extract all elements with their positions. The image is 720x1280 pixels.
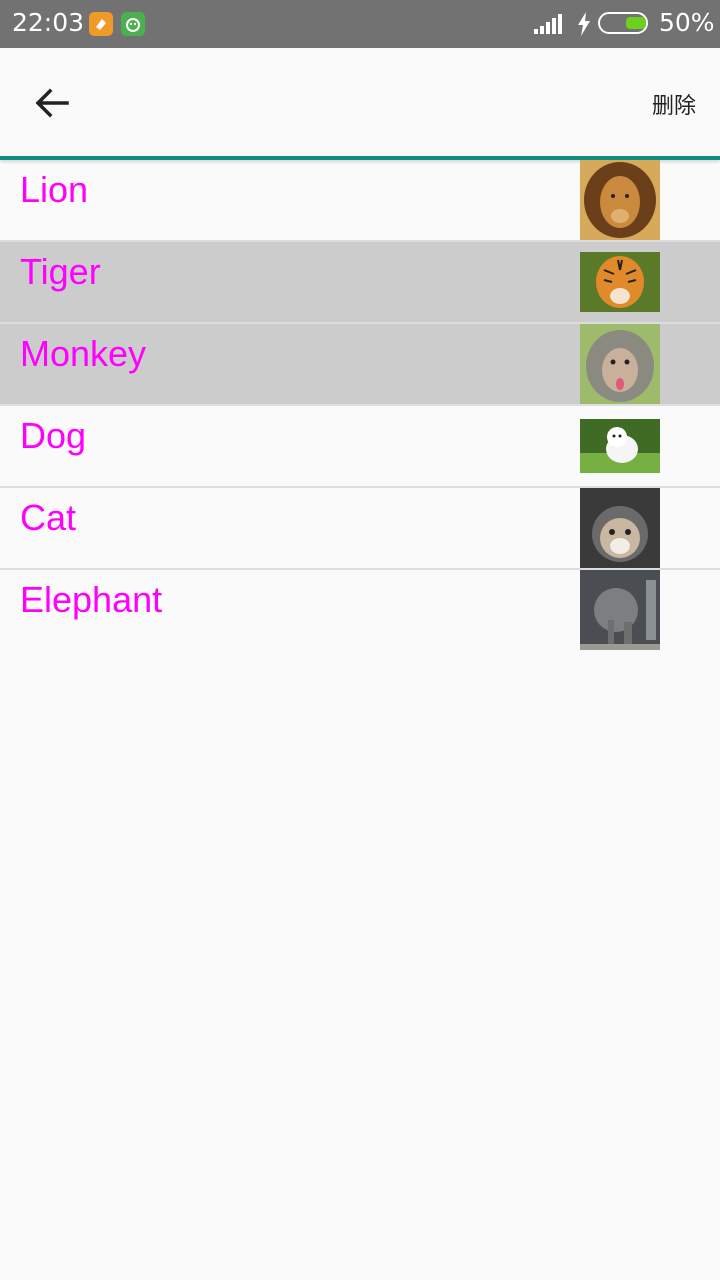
toolbar: 删除 xyxy=(0,48,720,156)
signal-icon xyxy=(534,14,566,38)
app-orange-icon xyxy=(89,12,113,36)
list-item-lion[interactable]: Lion xyxy=(0,160,720,242)
tiger-photo xyxy=(580,252,660,312)
delete-button[interactable]: 删除 xyxy=(652,88,696,120)
list-item-label: Lion xyxy=(20,169,89,210)
status-time: 22:03 xyxy=(12,8,85,37)
app-green-icon xyxy=(121,12,145,36)
list-item-label: Cat xyxy=(20,497,77,538)
list-item-monkey[interactable]: Monkey xyxy=(0,324,720,406)
status-bar: 22:03 50% xyxy=(0,0,720,48)
charging-bolt-icon xyxy=(577,12,591,40)
list-item-label: Monkey xyxy=(20,333,147,374)
list-item-elephant[interactable]: Elephant xyxy=(0,570,720,650)
list-item-label: Dog xyxy=(20,415,87,456)
monkey-photo xyxy=(580,324,660,404)
battery-percent: 50% xyxy=(659,8,715,37)
lion-photo xyxy=(580,160,660,240)
arrow-left-icon[interactable] xyxy=(27,78,77,128)
list-item-cat[interactable]: Cat xyxy=(0,488,720,570)
battery-icon xyxy=(598,12,648,34)
dog-photo xyxy=(580,419,660,473)
animal-list: Lion Tiger Monkey Dog Cat Elephant xyxy=(0,160,720,650)
list-item-label: Tiger xyxy=(20,251,101,292)
list-item-label: Elephant xyxy=(20,579,163,620)
list-item-dog[interactable]: Dog xyxy=(0,406,720,488)
elephant-photo xyxy=(580,570,660,650)
list-item-tiger[interactable]: Tiger xyxy=(0,242,720,324)
cat-photo xyxy=(580,488,660,568)
